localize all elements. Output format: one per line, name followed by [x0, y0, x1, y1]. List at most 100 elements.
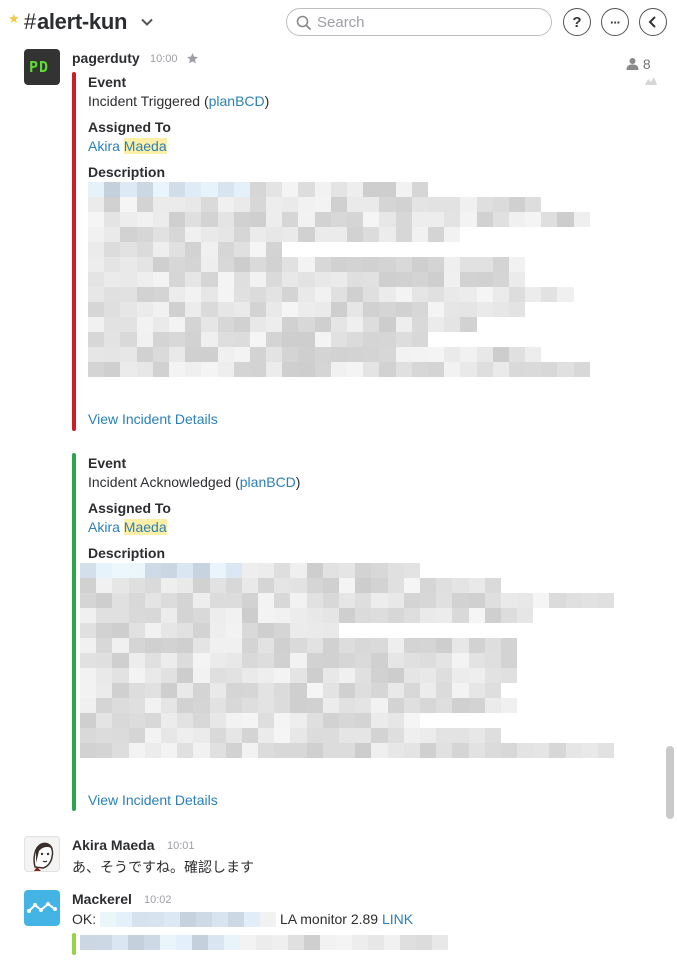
assignee-last: Maeda: [123, 519, 167, 535]
redaction-cell: [168, 197, 186, 212]
redaction-cell: [493, 242, 509, 257]
redaction-cell: [509, 317, 525, 332]
redaction-cell: [104, 332, 121, 347]
sender-name[interactable]: pagerduty: [72, 50, 140, 66]
member-count[interactable]: 8: [626, 56, 651, 72]
plan-link[interactable]: planBCD: [209, 93, 265, 109]
chevron-down-icon[interactable]: [141, 16, 153, 28]
mackerel-avatar[interactable]: [24, 890, 60, 926]
redaction-cell: [266, 272, 283, 287]
redaction-cell: [282, 227, 299, 242]
redaction-cell: [136, 332, 153, 347]
redaction-cell: [436, 728, 453, 743]
redaction-cell: [282, 272, 299, 287]
redaction-cell: [152, 272, 169, 287]
redaction-cell: [485, 563, 501, 578]
message-actions-icon[interactable]: [644, 76, 658, 86]
redaction-cell: [590, 272, 606, 287]
more-button[interactable]: ···: [601, 8, 629, 36]
redaction-cell: [419, 668, 437, 683]
redaction-cell: [185, 197, 202, 212]
redaction-cell: [209, 683, 226, 698]
redaction-cell: [160, 713, 178, 728]
back-button[interactable]: [639, 8, 667, 36]
redaction-cell: [517, 728, 533, 743]
redaction-cell: [436, 623, 452, 638]
star-icon[interactable]: ★: [8, 12, 20, 25]
redaction-cell: [525, 347, 542, 362]
redaction-cell: [249, 332, 267, 347]
redaction-cell: [477, 227, 493, 242]
pagerduty-avatar[interactable]: PD: [24, 49, 60, 85]
redaction-cell: [452, 638, 469, 653]
redaction-cell: [468, 578, 485, 593]
redaction-cell: [598, 638, 614, 653]
redaction-cell: [160, 653, 178, 668]
redaction-cell: [339, 683, 356, 698]
redaction-cell: [590, 302, 606, 317]
redaction-cell: [501, 713, 517, 728]
redaction-cell: [485, 713, 501, 728]
timestamp[interactable]: 10:00: [150, 53, 178, 65]
redaction-cell: [533, 668, 549, 683]
redaction-cell: [201, 287, 218, 302]
search-box[interactable]: [286, 8, 552, 36]
plan-link[interactable]: planBCD: [240, 474, 296, 490]
redaction-cell: [533, 593, 550, 608]
assignee-link[interactable]: Akira Maeda: [88, 138, 167, 154]
channel-header: ★ #alert-kun ? ···: [0, 0, 677, 46]
redaction-cell: [379, 242, 395, 257]
redaction-cell: [427, 257, 445, 272]
redaction-cell: [120, 362, 137, 377]
redaction-cell: [128, 578, 145, 593]
redaction-cell: [379, 332, 396, 347]
scrollbar-thumb[interactable]: [666, 746, 674, 819]
redaction-cell: [290, 623, 307, 638]
user-avatar[interactable]: [24, 836, 60, 872]
redaction-cell: [314, 197, 331, 212]
redaction-cell: [355, 698, 372, 713]
redaction-cell: [508, 257, 526, 272]
redaction-cell: [282, 287, 299, 302]
assignee-link[interactable]: Akira Maeda: [88, 519, 167, 535]
field-label: Description: [88, 545, 166, 561]
redaction-cell: [241, 608, 259, 623]
redaction-cell: [436, 713, 452, 728]
redaction-cell: [112, 623, 129, 638]
redaction-cell: [96, 743, 113, 758]
redaction-cell: [460, 227, 476, 242]
redaction-cell: [96, 698, 113, 713]
help-button[interactable]: ?: [563, 8, 591, 36]
redaction-cell: [557, 182, 573, 197]
redaction-cell: [314, 287, 331, 302]
redaction-cell: [128, 713, 145, 728]
redaction-cell: [419, 593, 437, 608]
redaction-cell: [590, 182, 606, 197]
redaction-cell: [128, 608, 145, 623]
redaction-cell: [371, 608, 388, 623]
redaction-cell: [274, 743, 291, 758]
redaction-cell: [452, 728, 469, 743]
search-input[interactable]: [317, 12, 537, 32]
redaction-cell: [468, 683, 485, 698]
view-incident-details-link[interactable]: View Incident Details: [88, 411, 218, 427]
redaction-cell: [574, 287, 590, 302]
mackerel-link[interactable]: LINK: [382, 911, 413, 927]
redaction-cell: [88, 302, 105, 317]
redaction-cell: [322, 638, 339, 653]
redaction-cell: [193, 743, 210, 758]
scrollbar[interactable]: [666, 46, 674, 967]
view-incident-details-link[interactable]: View Incident Details: [88, 792, 218, 808]
redaction-cell: [144, 683, 161, 698]
timestamp[interactable]: 10:01: [167, 840, 195, 852]
channel-title[interactable]: #alert-kun: [24, 9, 127, 35]
redaction-cell: [419, 728, 437, 743]
sender-name[interactable]: Mackerel: [72, 891, 132, 907]
sender-name[interactable]: Akira Maeda: [72, 837, 154, 853]
star-icon[interactable]: [186, 52, 199, 65]
redaction-cell: [80, 683, 97, 698]
redaction-cell: [330, 257, 347, 272]
timestamp[interactable]: 10:02: [144, 894, 172, 906]
redaction-cell: [233, 287, 250, 302]
redaction-cell: [104, 287, 121, 302]
